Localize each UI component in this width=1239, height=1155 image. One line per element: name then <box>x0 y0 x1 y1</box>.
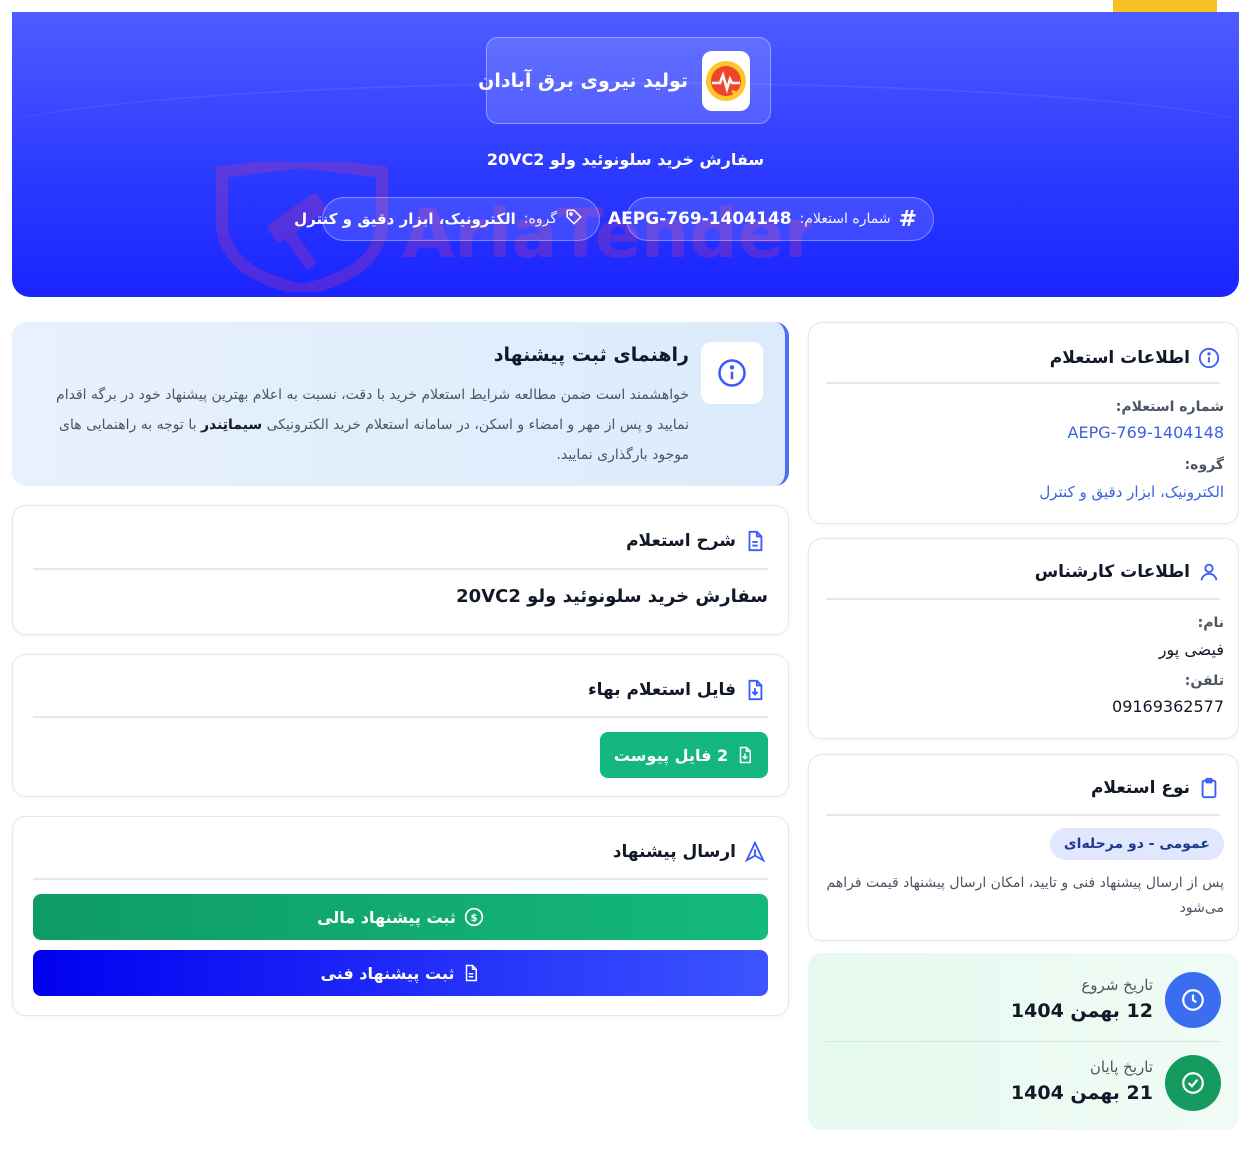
inquiry-number-value: AEPG-769-1404148 <box>607 209 792 229</box>
end-date-value: 21 بهمن 1404 <box>1010 1082 1153 1104</box>
expert-phone-value: 09169362577 <box>1112 697 1224 716</box>
inquiry-number-value: AEPG-769-1404148 <box>1067 423 1224 442</box>
group-value: الکترونیک، ابزار دقیق و کنترل <box>1039 483 1224 501</box>
divider <box>827 598 1220 600</box>
description-title: شرح استعلام <box>626 531 736 551</box>
guide-icon-box <box>701 342 763 404</box>
financial-offer-button[interactable]: $ ثبت پیشنهاد مالی <box>33 894 768 940</box>
inquiry-info-title: اطلاعات استعلام <box>1049 348 1190 368</box>
divider <box>33 568 768 570</box>
file-download-icon <box>748 679 763 701</box>
divider <box>827 814 1220 816</box>
group-label: گروه: <box>523 211 557 227</box>
company-logo <box>702 50 750 111</box>
description-text: سفارش خرید سلونوئید ولو 20VC2 <box>456 586 768 607</box>
start-date-value: 12 بهمن 1404 <box>1010 1000 1153 1022</box>
company-name: تولید نیروی برق آبادان <box>478 69 688 92</box>
attachments-label: 2 فایل پیوست <box>613 745 729 765</box>
check-circle-icon <box>1182 1072 1204 1094</box>
end-date-label: تاریخ پایان <box>1089 1058 1153 1076</box>
inquiry-type-title: نوع استعلام <box>1090 778 1190 798</box>
expert-name-value: فیضی پور <box>1158 640 1224 659</box>
svg-text:$: $ <box>470 913 477 924</box>
tag-icon <box>565 208 583 230</box>
expert-info-card: اطلاعات کارشناس نام: فیضی پور تلفن: 0916… <box>808 538 1239 739</box>
guide-brand: سیماتِندر <box>200 417 263 433</box>
clipboard-icon <box>1201 777 1217 799</box>
expert-name-label: نام: <box>1197 615 1224 631</box>
company-card: تولید نیروی برق آبادان <box>478 37 771 124</box>
submit-card: ارسال پیشنهاد $ ثبت پیشنهاد مالی ثبت پیش… <box>12 816 789 1016</box>
divider <box>826 1041 1221 1042</box>
technical-offer-button[interactable]: ثبت پیشنهاد فنی <box>33 950 768 996</box>
files-title: فایل استعلام بهاء <box>587 680 736 700</box>
clock-icon <box>1182 989 1204 1011</box>
inquiry-number-pill: # شماره استعلام: AEPG-769-1404148 <box>608 197 934 241</box>
hero-subtitle: سفارش خرید سلونوئید ولو 20VC2 <box>486 150 765 169</box>
dollar-circle-icon: $ <box>464 907 484 927</box>
file-download-icon <box>739 746 752 764</box>
group-pill: گروه: الکترونیک، ابزار دقیق و کنترل <box>294 197 600 241</box>
start-date-label: تاریخ شروع <box>1081 976 1153 994</box>
divider <box>33 878 768 880</box>
group-value: الکترونیک، ابزار دقیق و کنترل <box>294 210 516 228</box>
submit-title: ارسال پیشنهاد <box>612 842 736 862</box>
submission-guide: راهنمای ثبت پیشنهاد خواهشمند است ضمن مطا… <box>12 322 789 486</box>
divider <box>33 716 768 718</box>
attachments-button[interactable]: 2 فایل پیوست <box>600 732 768 778</box>
group-label: گروه: <box>1184 457 1224 473</box>
inquiry-number-label: شماره استعلام: <box>1115 399 1224 415</box>
start-date-badge <box>1165 972 1221 1028</box>
hero-banner: AriaTender.neT تولید نیروی برق آبادان سف… <box>12 12 1239 297</box>
inquiry-type-card: نوع استعلام عمومی - دو مرحله‌ای پس از ار… <box>808 754 1239 941</box>
info-icon <box>718 359 746 387</box>
guide-text: خواهشمند است ضمن مطالعه شرایط استعلام خر… <box>56 387 689 463</box>
financial-offer-label: ثبت پیشنهاد مالی <box>317 907 456 927</box>
hash-icon: # <box>898 206 917 232</box>
description-card: شرح استعلام سفارش خرید سلونوئید ولو 20VC… <box>12 505 789 635</box>
expert-phone-label: تلفن: <box>1184 673 1224 689</box>
inquiry-type-description: پس از ارسال پیشنهاد فنی و تایید، امکان ا… <box>826 875 1225 916</box>
dates-card: تاریخ شروع 12 بهمن 1404 تاریخ پایان 21 ب… <box>808 953 1239 1130</box>
files-card: فایل استعلام بهاء 2 فایل پیوست <box>12 654 789 797</box>
technical-offer-label: ثبت پیشنهاد فنی <box>320 963 455 983</box>
user-icon <box>1200 563 1218 581</box>
end-date-badge <box>1165 1055 1221 1111</box>
document-icon <box>466 964 478 982</box>
expert-info-title: اطلاعات کارشناس <box>1034 562 1190 582</box>
send-icon <box>744 841 766 863</box>
document-icon <box>748 530 763 552</box>
top-accent-bar <box>1113 0 1217 12</box>
divider <box>827 382 1220 384</box>
inquiry-info-card: اطلاعات استعلام شماره استعلام: AEPG-769-… <box>808 322 1239 524</box>
inquiry-type-badge: عمومی - دو مرحله‌ای <box>1049 828 1224 860</box>
guide-title: راهنمای ثبت پیشنهاد <box>493 344 689 366</box>
inquiry-number-label: شماره استعلام: <box>799 211 891 227</box>
info-icon <box>1198 347 1220 369</box>
